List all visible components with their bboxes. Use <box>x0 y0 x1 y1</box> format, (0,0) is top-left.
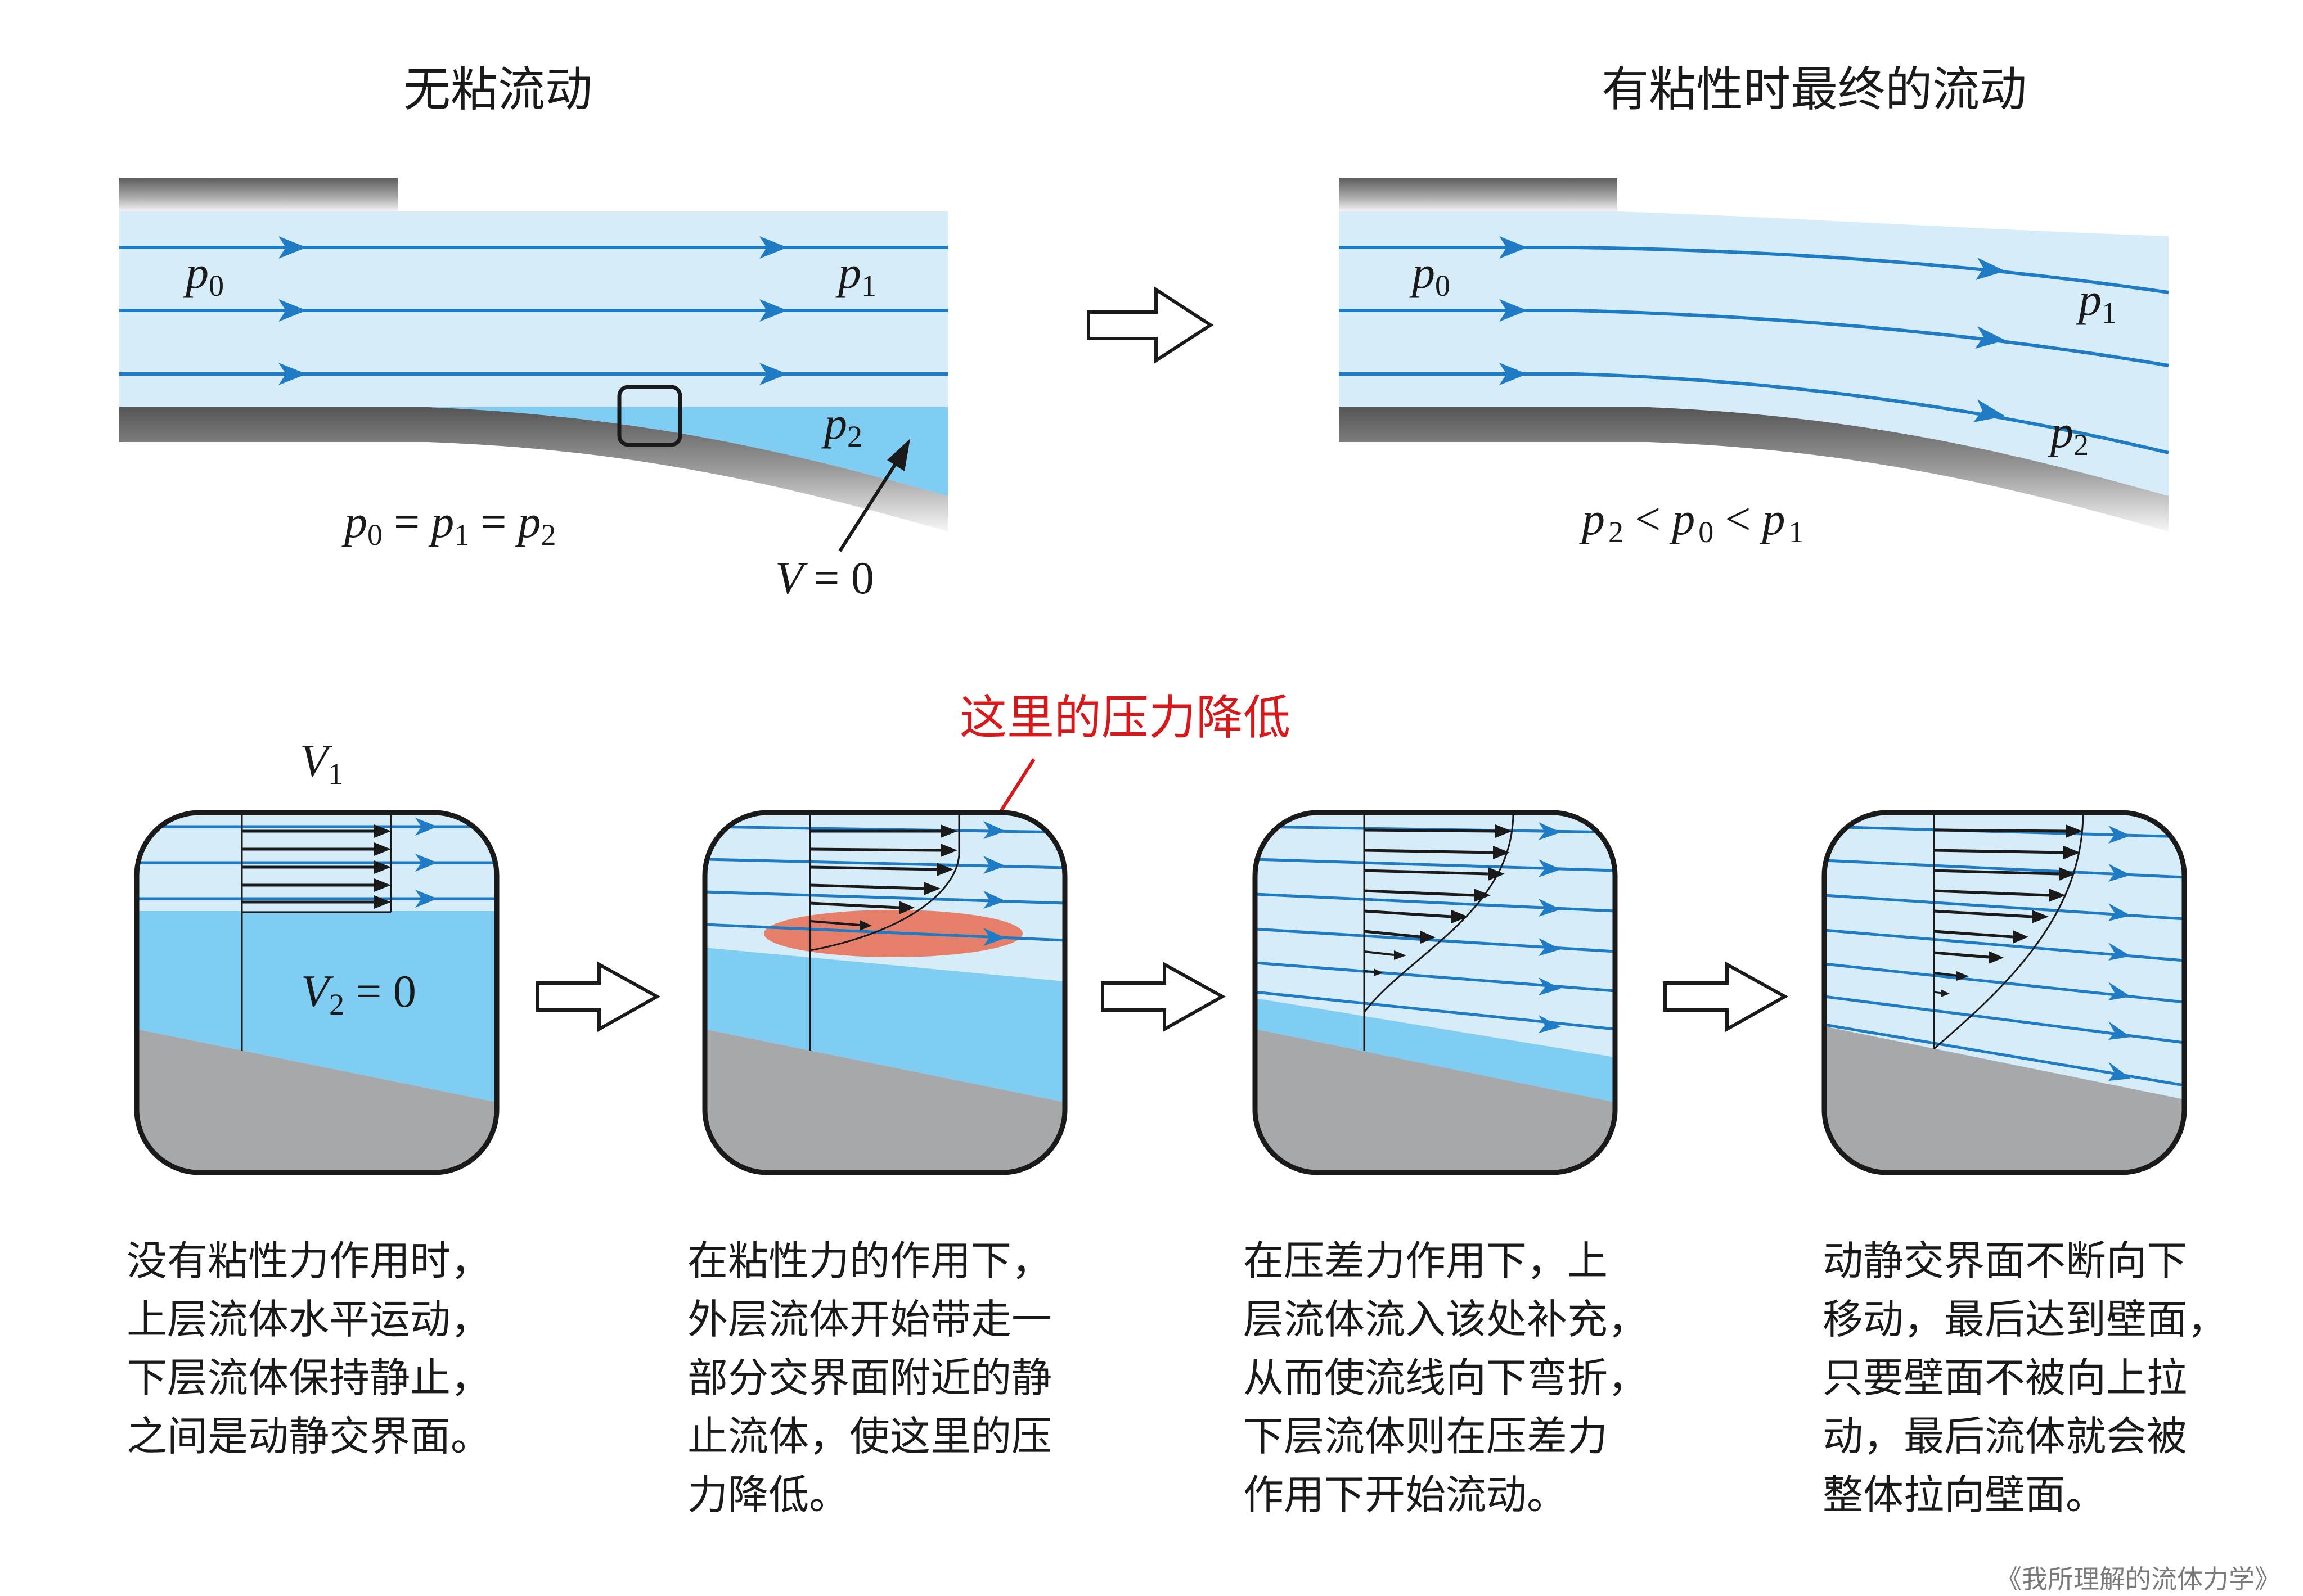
caption-line: 部分交界面附近的静 <box>687 1354 1052 1401</box>
upper-wall <box>119 178 398 211</box>
caption-line: 之间是动静交界面。 <box>127 1413 492 1460</box>
title-inviscid-flow: 无粘流动 <box>403 62 592 117</box>
caption-line: 没有粘性力作用时， <box>127 1237 492 1284</box>
caption-panel-4: 动静交界面不断向下 移动，最后达到壁面， 只要壁面不被向上拉 动，最后流体就会被… <box>1823 1232 2228 1524</box>
caption-panel-2: 在粘性力的作用下， 外层流体开始带走一 部分交界面附近的静 止流体，使这里的压 … <box>687 1232 1052 1524</box>
caption-line: 下层流体保持静止， <box>127 1354 492 1401</box>
panel-3-pressure-driven <box>1252 810 1618 1175</box>
caption-line: 层流体流入该处补充， <box>1243 1296 1649 1343</box>
transition-arrow <box>1087 286 1214 364</box>
inequality-p2-lt-p0-lt-p1: p 2 < p 0 < p 1 <box>1579 493 1804 549</box>
transition-arrow <box>1663 961 1789 1033</box>
book-watermark: 《我所理解的流体力学》 <box>1996 1564 2280 1594</box>
caption-line: 作用下开始流动。 <box>1243 1471 1568 1518</box>
caption-line: 止流体，使这里的压 <box>687 1413 1052 1460</box>
panel-2-viscous-drag <box>702 810 1068 1175</box>
inviscid-flow-channel <box>119 178 948 552</box>
caption-panel-3: 在压差力作用下，上 层流体流入该处补充， 从而使流线向下弯折， 下层流体则在压差… <box>1243 1232 1648 1524</box>
transition-arrow <box>536 961 661 1033</box>
equation-p0-eq-p1-eq-p2: p0 = p1 = p2 <box>341 496 556 552</box>
caption-line: 外层流体开始带走一 <box>687 1296 1052 1343</box>
velocity-zero-label: V = 0 <box>775 552 874 603</box>
caption-line: 在压差力作用下，上 <box>1243 1237 1608 1284</box>
viscous-flow-channel <box>1339 178 2169 531</box>
transition-arrow <box>1101 961 1226 1033</box>
caption-line: 上层流体水平运动， <box>127 1296 492 1343</box>
title-viscous-final-flow: 有粘性时最终的流动 <box>1602 62 2027 117</box>
label-v2-eq-zero: V2 = 0 <box>301 966 416 1021</box>
caption-line: 从而使流线向下弯折， <box>1243 1354 1649 1401</box>
pressure-drop-callout: 这里的压力降低 <box>960 690 1290 745</box>
caption-line: 只要壁面不被向上拉 <box>1823 1354 2188 1401</box>
caption-line: 动静交界面不断向下 <box>1823 1237 2188 1284</box>
panel-4-attached-flow <box>1821 810 2187 1175</box>
caption-line: 在粘性力的作用下， <box>687 1237 1052 1284</box>
caption-line: 力降低。 <box>687 1471 850 1518</box>
caption-line: 下层流体则在压差力 <box>1243 1413 1608 1460</box>
upper-wall <box>1339 178 1617 211</box>
caption-line: 动，最后流体就会被 <box>1823 1413 2188 1460</box>
caption-panel-1: 没有粘性力作用时， 上层流体水平运动， 下层流体保持静止， 之间是动静交界面。 <box>127 1232 491 1466</box>
caption-line: 整体拉向壁面。 <box>1823 1471 2107 1518</box>
label-v1: V1 <box>300 735 343 791</box>
caption-line: 移动，最后达到壁面， <box>1823 1296 2228 1343</box>
